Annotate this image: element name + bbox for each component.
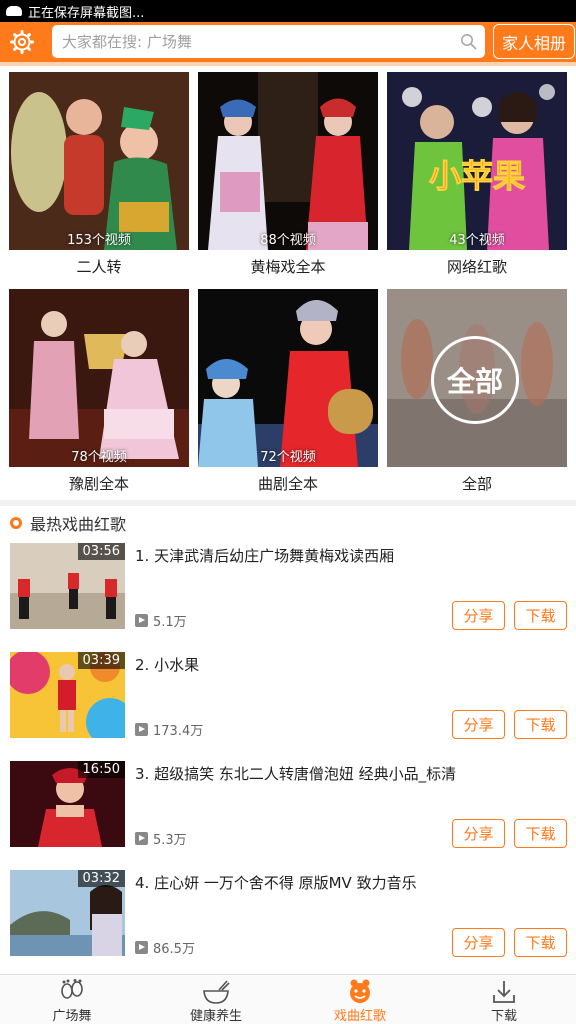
- family-album-button[interactable]: 家人相册: [493, 24, 575, 59]
- category-label: 曲剧全本: [257, 475, 318, 493]
- opera-mask-icon: [350, 979, 370, 1003]
- category-thumbnail[interactable]: 153个视频: [9, 72, 189, 250]
- video-count: 72个视频: [260, 450, 316, 465]
- download-icon: [493, 981, 515, 1003]
- video-thumbnail[interactable]: 16:50: [10, 761, 125, 847]
- play-count-value: 5.1万: [153, 615, 187, 630]
- category-quju[interactable]: 72个视频 曲剧全本: [198, 289, 378, 496]
- category-label: 网络红歌: [446, 258, 507, 276]
- video-duration: 16:50: [77, 761, 125, 778]
- play-count: 5.3万: [135, 829, 187, 848]
- category-thumbnail[interactable]: 小苹果 43个视频: [387, 72, 567, 250]
- video-count: 88个视频: [260, 233, 316, 248]
- video-list-item[interactable]: 03:32 4. 庄心妍 一万个舍不得 原版MV 致力音乐 86.5万 分享 下…: [10, 870, 570, 960]
- tab-label: 广场舞: [52, 1009, 92, 1024]
- category-yuju[interactable]: 78个视频 豫剧全本: [9, 289, 189, 496]
- video-count: 78个视频: [71, 450, 127, 465]
- cloud-icon: [6, 6, 22, 16]
- hot-section-header: 最热戏曲红歌: [10, 510, 126, 536]
- play-icon: [135, 723, 148, 736]
- gear-icon: [10, 30, 34, 54]
- video-duration: 03:56: [77, 543, 125, 560]
- video-duration: 03:32: [77, 870, 125, 887]
- video-count: 153个视频: [67, 233, 131, 248]
- download-button[interactable]: 下载: [514, 928, 567, 957]
- tab-xiquhongge[interactable]: 戏曲红歌: [288, 975, 432, 1024]
- search-input[interactable]: [62, 32, 452, 51]
- category-thumbnail[interactable]: 全部: [387, 289, 567, 467]
- video-title[interactable]: 1. 天津武清后幼庄广场舞黄梅戏读西厢: [135, 545, 565, 566]
- tab-label: 戏曲红歌: [333, 1009, 386, 1024]
- category-thumbnail[interactable]: 88个视频: [198, 72, 378, 250]
- play-count: 5.1万: [135, 611, 187, 630]
- category-label: 全部: [461, 475, 492, 493]
- category-label: 二人转: [76, 258, 122, 276]
- video-thumbnail[interactable]: 03:56: [10, 543, 125, 629]
- status-bar: 正在保存屏幕截图...: [0, 0, 576, 22]
- play-icon: [135, 832, 148, 845]
- category-wangluohongge[interactable]: 小苹果 43个视频 网络红歌: [387, 72, 567, 279]
- tab-label: 健康养生: [189, 1009, 242, 1024]
- category-huangmeixi[interactable]: 88个视频 黄梅戏全本: [198, 72, 378, 279]
- category-label: 黄梅戏全本: [250, 258, 326, 276]
- video-count: 43个视频: [449, 233, 505, 248]
- bowl-icon: [203, 980, 230, 1004]
- play-count-value: 173.4万: [153, 724, 204, 739]
- play-icon: [135, 941, 148, 954]
- category-thumbnail[interactable]: 78个视频: [9, 289, 189, 467]
- tab-xiazai[interactable]: 下载: [432, 975, 576, 1024]
- video-thumbnail[interactable]: 03:39: [10, 652, 125, 738]
- category-all[interactable]: 全部 全部: [387, 289, 567, 496]
- category-errenzhuan[interactable]: 153个视频 二人转: [9, 72, 189, 279]
- share-button[interactable]: 分享: [452, 710, 505, 739]
- share-button[interactable]: 分享: [452, 601, 505, 630]
- tab-guangchangwu[interactable]: 广场舞: [0, 975, 144, 1024]
- status-text: 正在保存屏幕截图...: [28, 5, 145, 21]
- search-bar[interactable]: [52, 25, 485, 58]
- video-list-item[interactable]: 03:56 1. 天津武清后幼庄广场舞黄梅戏读西厢 5.1万 分享 下载: [10, 543, 570, 633]
- download-button[interactable]: 下载: [514, 819, 567, 848]
- play-count: 86.5万: [135, 938, 195, 957]
- play-count: 173.4万: [135, 720, 203, 739]
- settings-button[interactable]: [0, 22, 44, 62]
- play-count-value: 86.5万: [153, 942, 195, 957]
- category-thumbnail[interactable]: 72个视频: [198, 289, 378, 467]
- tab-jiankangyangsheng[interactable]: 健康养生: [144, 975, 288, 1024]
- overlay-title: 小苹果: [429, 157, 525, 195]
- play-count-value: 5.3万: [153, 833, 187, 848]
- play-icon: [135, 614, 148, 627]
- video-list-item[interactable]: 16:50 3. 超级搞笑 东北二人转唐僧泡妞 经典小品_标清 5.3万 分享 …: [10, 761, 570, 851]
- share-button[interactable]: 分享: [452, 819, 505, 848]
- video-title[interactable]: 3. 超级搞笑 东北二人转唐僧泡妞 经典小品_标清: [135, 763, 565, 784]
- bottom-navigation: 广场舞 健康养生 戏曲红歌 下载: [0, 974, 576, 1024]
- video-title[interactable]: 4. 庄心妍 一万个舍不得 原版MV 致力音乐: [135, 872, 565, 893]
- search-icon[interactable]: [460, 33, 477, 50]
- section-divider: [0, 500, 576, 506]
- video-title[interactable]: 2. 小水果: [135, 654, 565, 675]
- tab-label: 下载: [490, 1009, 517, 1024]
- footprints-icon: [61, 979, 83, 999]
- section-title: 最热戏曲红歌: [30, 515, 127, 534]
- video-list-item[interactable]: 03:39 2. 小水果 173.4万 分享 下载: [10, 652, 570, 742]
- header-shadow: [0, 62, 576, 66]
- top-header: 家人相册: [0, 22, 576, 62]
- video-duration: 03:39: [77, 652, 125, 669]
- video-thumbnail[interactable]: 03:32: [10, 870, 125, 956]
- share-button[interactable]: 分享: [452, 928, 505, 957]
- bullet-dot-icon: [10, 517, 22, 529]
- download-button[interactable]: 下载: [514, 710, 567, 739]
- download-button[interactable]: 下载: [514, 601, 567, 630]
- category-label: 豫剧全本: [68, 475, 129, 493]
- all-circle-label: 全部: [431, 336, 519, 424]
